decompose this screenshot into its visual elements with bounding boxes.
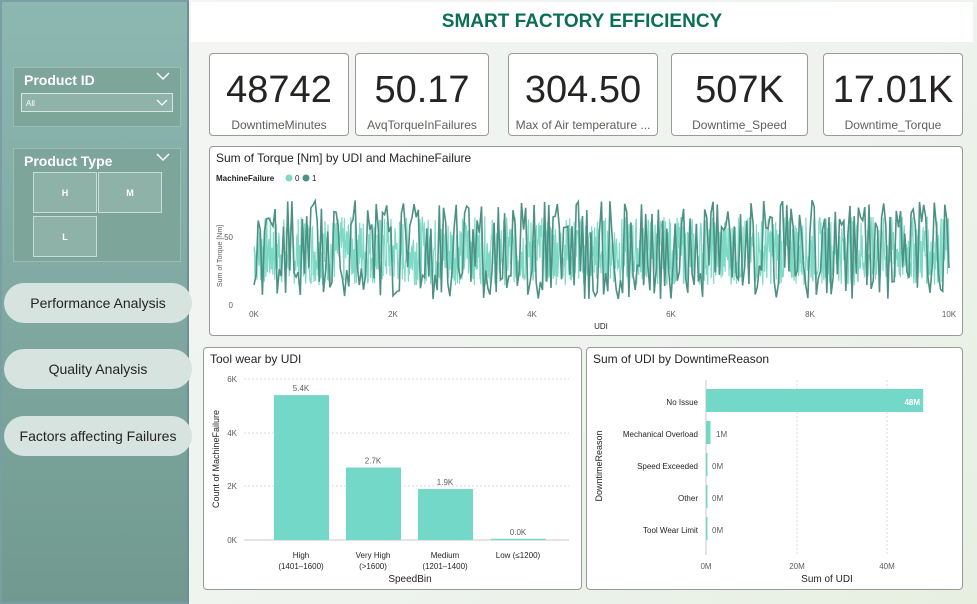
- category-label: No Issue: [666, 398, 698, 407]
- bar-data-label: 1M: [716, 430, 727, 439]
- toolwear-chart-card[interactable]: Tool wear by UDI Count of MachineFailure…: [203, 347, 582, 590]
- kpi-label: AvqTorqueInFailures: [367, 118, 477, 132]
- bar-data-label: 0M: [712, 494, 723, 503]
- kpi-card-max-air-temperature[interactable]: 304.50 Max of Air temperature ...: [508, 53, 658, 136]
- torque-y-axis-label: Sum of Torque [Nm]: [217, 225, 224, 287]
- bar-data-label: 0.0K: [510, 528, 527, 537]
- torque-chart-card[interactable]: Sum of Torque [Nm] by UDI and MachineFai…: [209, 146, 963, 336]
- bar-data-label: 48M: [904, 398, 920, 407]
- category-label: Mechanical Overload: [623, 430, 698, 439]
- x-tick: 8K: [805, 310, 815, 319]
- category-label: Other: [678, 494, 698, 503]
- kpi-value: 304.50: [524, 69, 642, 111]
- product-type-tile-m[interactable]: M: [98, 172, 162, 213]
- bar-tool-wear-limit[interactable]: [706, 517, 708, 540]
- kpi-value: 48742: [226, 69, 332, 111]
- x-tick: 40M: [879, 562, 895, 571]
- factors-affecting-failures-button[interactable]: Factors affecting Failures: [4, 416, 192, 456]
- x-tick-line1: Low (≤1200): [496, 551, 541, 560]
- kpi-value: 507K: [695, 69, 784, 111]
- header: SMART FACTORY EFFICIENCY: [191, 2, 973, 42]
- kpi-label: Downtime_Torque: [844, 118, 942, 132]
- product-id-selected: All: [26, 99, 35, 108]
- kpi-label: DowntimeMinutes: [231, 118, 327, 132]
- legend-title: MachineFailure: [216, 174, 275, 183]
- kpi-card-downtime-minutes[interactable]: 48742 DowntimeMinutes: [209, 53, 349, 136]
- x-tick: 6K: [666, 310, 676, 319]
- bar-data-label: 2.7K: [365, 457, 382, 466]
- kpi-label: Downtime_Speed: [692, 118, 787, 132]
- y-tick: 2K: [227, 482, 237, 491]
- kpi-value: 50.17: [374, 69, 470, 111]
- chevron-down-icon[interactable]: [156, 152, 170, 162]
- bar-medium[interactable]: [418, 489, 473, 540]
- x-tick: 0M: [700, 562, 711, 571]
- legend-label-1: 1: [312, 174, 317, 183]
- x-tick: 4K: [527, 310, 537, 319]
- x-tick-line1: High: [293, 551, 309, 560]
- product-id-slicer: Product ID All: [13, 67, 181, 127]
- kpi-value: 17.01K: [832, 69, 954, 111]
- bar-data-label: 1.9K: [437, 478, 454, 487]
- y-tick: 6K: [227, 375, 237, 384]
- chevron-down-icon[interactable]: [156, 71, 170, 81]
- performance-analysis-button[interactable]: Performance Analysis: [4, 283, 192, 323]
- bar-no-issue[interactable]: [706, 389, 924, 412]
- kpi-card-downtime-speed[interactable]: 507K Downtime_Speed: [671, 53, 808, 136]
- legend-marker-1: [302, 174, 310, 182]
- bar-high[interactable]: [274, 395, 329, 540]
- bar-speed-exceeded[interactable]: [706, 453, 708, 476]
- kpi-label: Max of Air temperature ...: [515, 118, 651, 132]
- x-tick-line2: (1401–1600): [278, 562, 324, 571]
- product-type-title: Product Type: [24, 153, 113, 169]
- product-id-dropdown[interactable]: All: [21, 93, 173, 112]
- x-tick: 10K: [942, 310, 957, 319]
- toolwear-y-axis-label: Count of MachineFailure: [211, 410, 221, 508]
- y-tick-0: 0: [229, 301, 234, 310]
- x-tick: 0K: [249, 310, 259, 319]
- x-tick: 2K: [388, 310, 398, 319]
- y-tick: 0K: [227, 536, 237, 545]
- legend-label-0: 0: [295, 174, 300, 183]
- x-tick-line1: Very High: [356, 551, 391, 560]
- kpi-card-downtime-torque[interactable]: 17.01K Downtime_Torque: [823, 53, 963, 136]
- x-tick-line2: (1201–1400): [422, 562, 468, 571]
- category-label: Speed Exceeded: [637, 462, 698, 471]
- x-tick-line1: Medium: [431, 551, 460, 560]
- kpi-card-avg-torque[interactable]: 50.17 AvqTorqueInFailures: [355, 53, 489, 136]
- toolwear-x-axis-label: SpeedBin: [388, 574, 431, 585]
- category-label: Tool Wear Limit: [643, 526, 699, 535]
- product-id-title: Product ID: [24, 72, 95, 88]
- product-type-tile-h[interactable]: H: [33, 172, 97, 213]
- y-tick-50: 50: [224, 233, 233, 242]
- toolwear-chart-svg: Count of MachineFailure 0K 2K 4K 6K 5.4K…: [211, 375, 569, 585]
- bar-other[interactable]: [706, 485, 708, 508]
- downtime-chart-svg: DowntimeReason No Issue Mechanical Overl…: [594, 380, 924, 585]
- chevron-down-icon: [156, 99, 168, 106]
- x-tick-line2: (>1600): [359, 562, 387, 571]
- bar-data-label: 0M: [712, 462, 723, 471]
- bar-data-label: 5.4K: [293, 384, 310, 393]
- y-tick: 4K: [227, 429, 237, 438]
- bar-mechanical-overload[interactable]: [706, 421, 711, 444]
- bar-data-label: 0M: [712, 526, 723, 535]
- bar-low[interactable]: [491, 538, 546, 540]
- legend-marker-0: [285, 174, 293, 182]
- torque-chart-svg: MachineFailure 0 1 Sum of Torque [Nm] 50…: [216, 174, 957, 331]
- downtime-y-axis-label: DowntimeReason: [594, 430, 604, 501]
- downtime-x-axis-label: Sum of UDI: [801, 574, 853, 585]
- downtime-chart-card[interactable]: Sum of UDI by DowntimeReason DowntimeRea…: [586, 347, 963, 590]
- quality-analysis-button[interactable]: Quality Analysis: [4, 349, 192, 389]
- torque-x-axis-label: UDI: [594, 322, 608, 331]
- product-type-tile-l[interactable]: L: [33, 216, 97, 257]
- sidebar: Product ID All Product Type H M L Perfor…: [0, 0, 192, 604]
- x-tick: 20M: [789, 562, 805, 571]
- dashboard-title: SMART FACTORY EFFICIENCY: [441, 11, 723, 32]
- bar-very-high[interactable]: [346, 467, 401, 540]
- product-type-slicer: Product Type H M L: [13, 148, 181, 262]
